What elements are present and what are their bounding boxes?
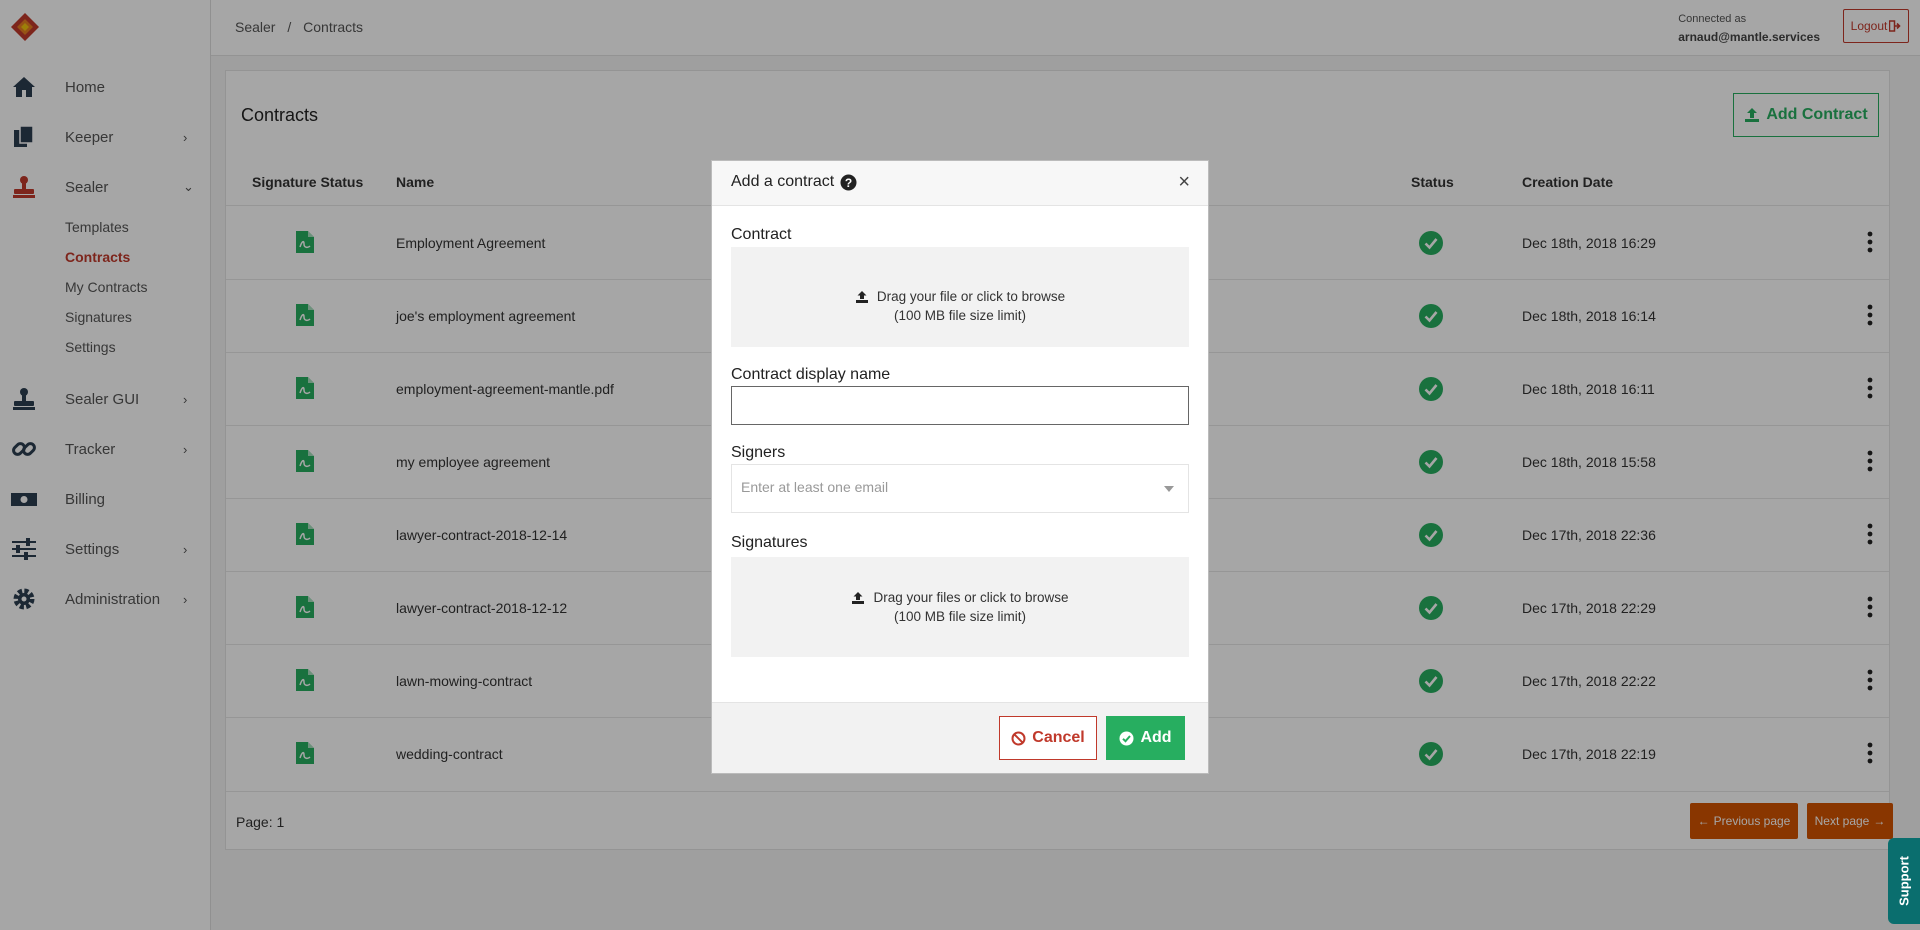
support-tab[interactable]: Support [1888, 838, 1920, 924]
signatures-drop-text: Drag your files or click to browse [873, 590, 1069, 605]
add-button[interactable]: Add [1106, 716, 1185, 760]
modal-header: Add a contract ? × [712, 161, 1208, 206]
modal-title-text: Add a contract [731, 173, 835, 190]
upload-icon [852, 591, 865, 604]
display-name-input[interactable] [731, 386, 1189, 425]
modal-footer: Cancel Add [712, 702, 1208, 773]
signers-placeholder: Enter at least one email [741, 479, 889, 495]
add-label: Add [1140, 729, 1172, 746]
cancel-button[interactable]: Cancel [999, 716, 1097, 760]
signatures-label: Signatures [731, 534, 808, 551]
signatures-size-limit: (100 MB file size limit) [893, 609, 1027, 624]
contract-label: Contract [731, 226, 792, 243]
signers-label: Signers [731, 444, 786, 461]
check-circle-icon [1119, 731, 1134, 745]
ban-icon [1011, 731, 1026, 745]
svg-text:?: ? [845, 176, 852, 190]
question-circle-icon[interactable]: ? [840, 174, 857, 191]
contract-drop-text: Drag your file or click to browse [876, 289, 1066, 304]
upload-icon [855, 290, 868, 303]
display-name-label: Contract display name [731, 366, 891, 383]
close-icon[interactable]: × [1178, 171, 1190, 194]
modal-title: Add a contract ? [731, 173, 857, 191]
add-contract-modal: Add a contract ? × Contract Drag your fi… [711, 160, 1209, 774]
contract-size-limit: (100 MB file size limit) [893, 308, 1027, 323]
contract-dropzone[interactable]: Drag your file or click to browse (100 M… [731, 247, 1189, 347]
signers-select[interactable]: Enter at least one email [731, 464, 1189, 513]
signatures-dropzone[interactable]: Drag your files or click to browse (100 … [731, 557, 1189, 657]
support-label: Support [1896, 856, 1912, 906]
cancel-label: Cancel [1032, 729, 1085, 746]
caret-down-icon [1164, 486, 1174, 492]
